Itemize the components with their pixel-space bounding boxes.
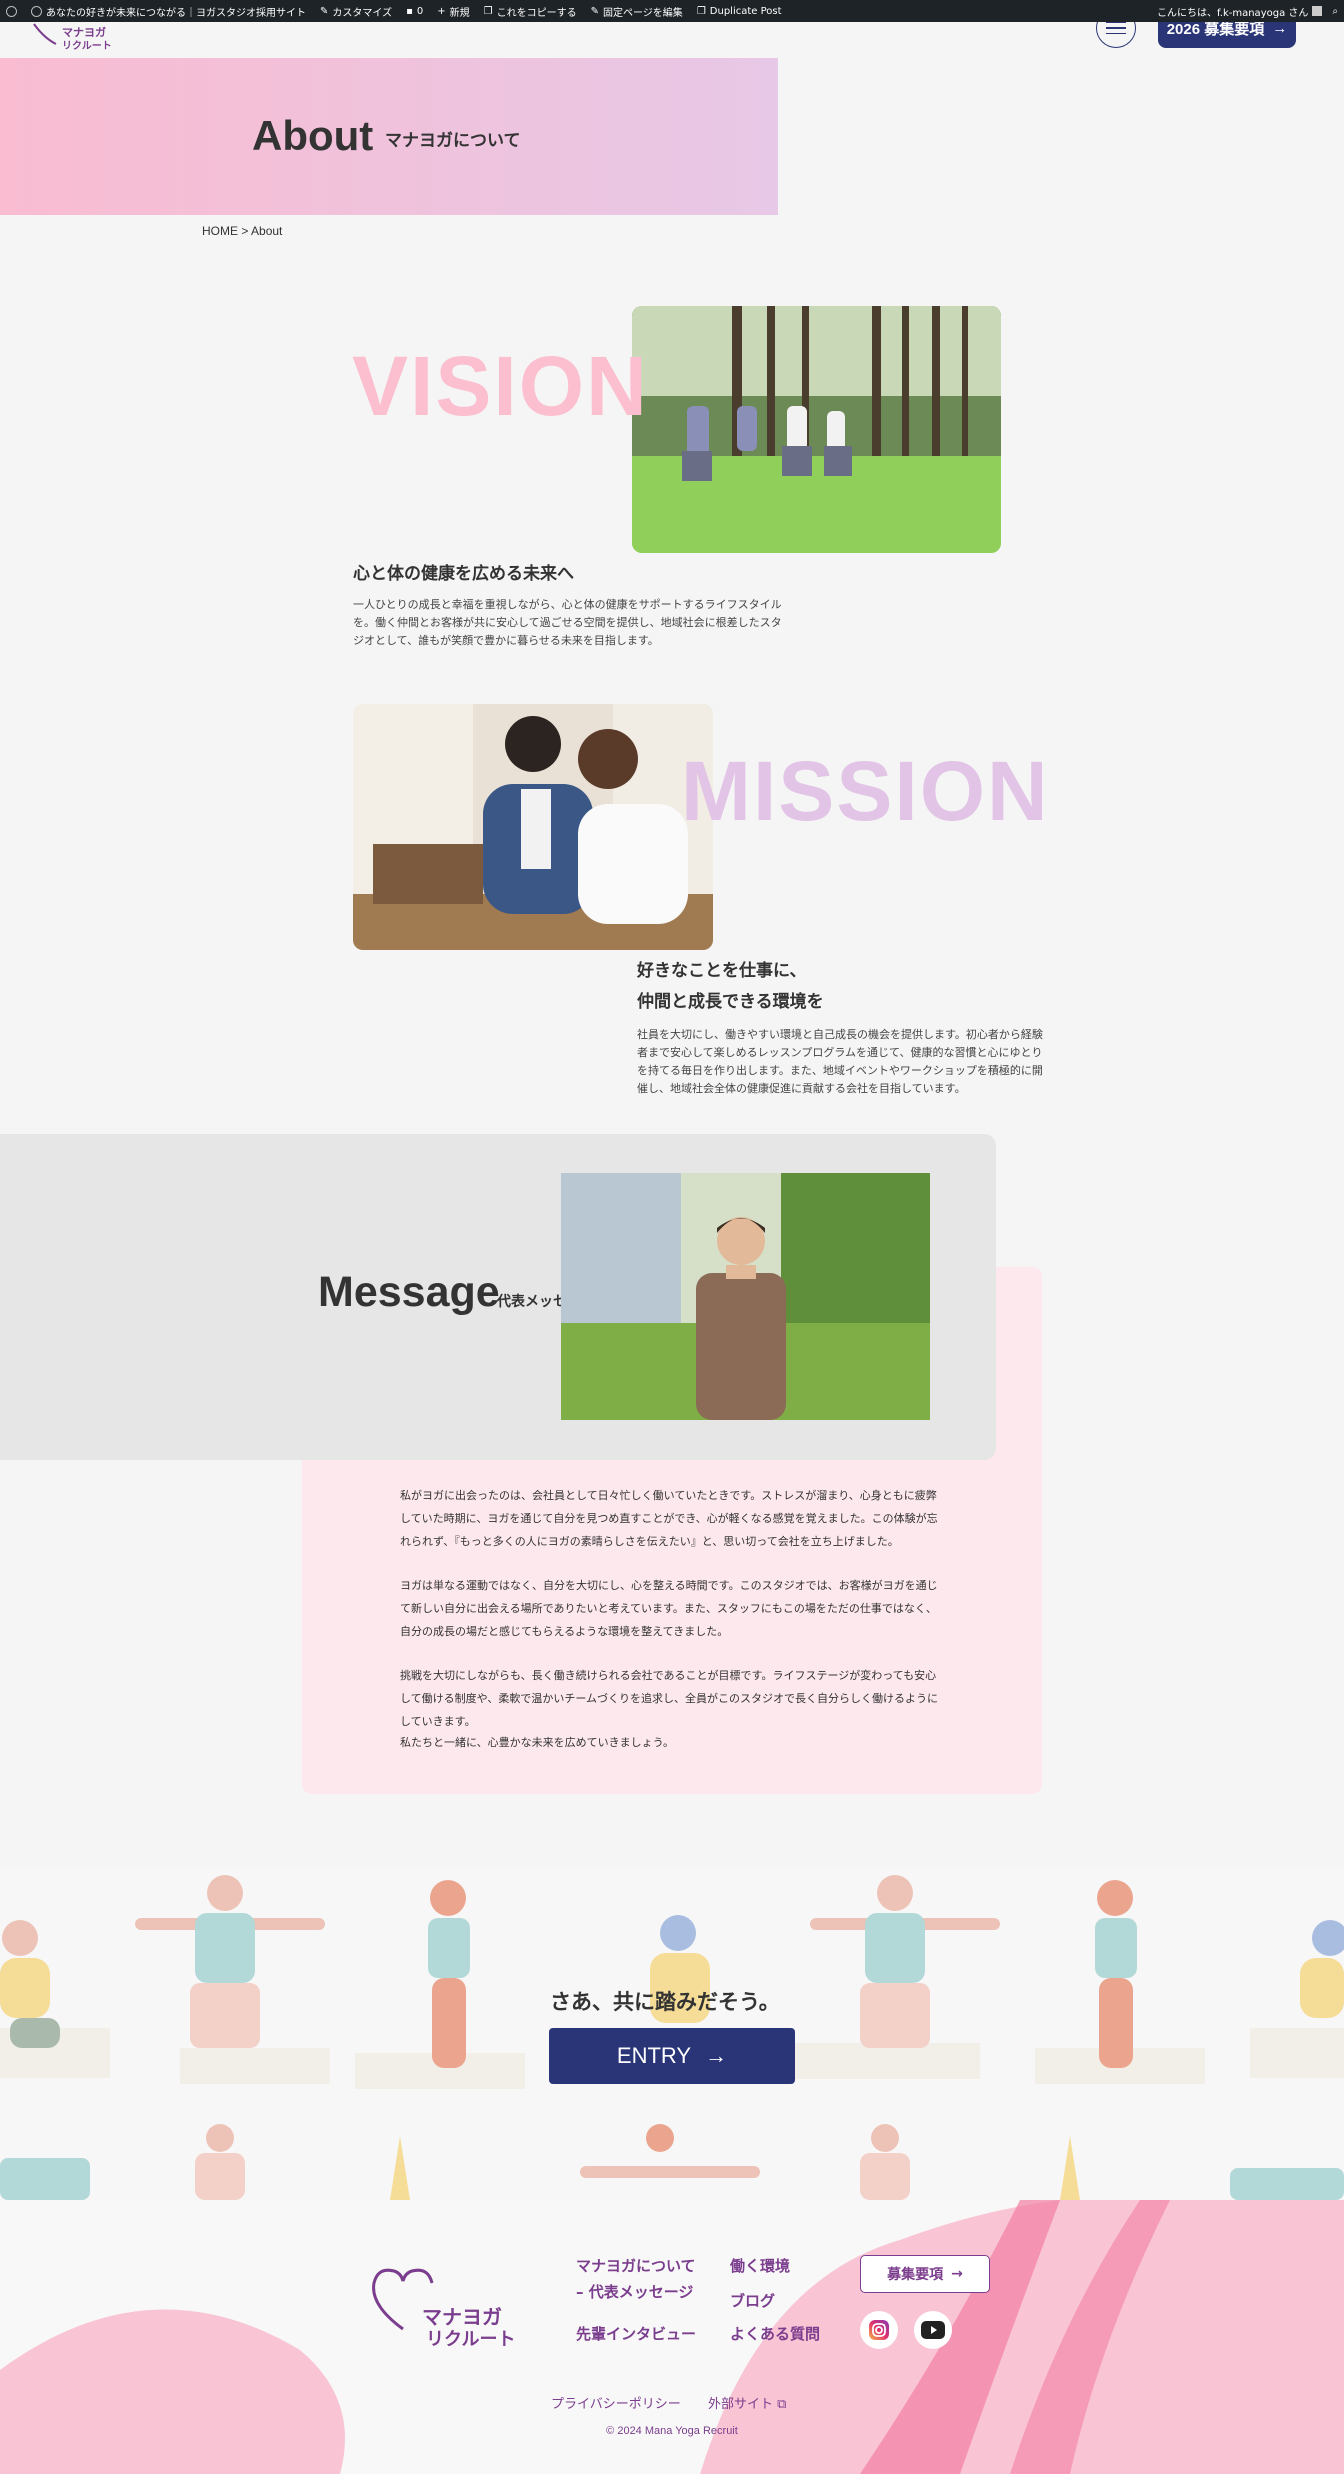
entry-button[interactable]: ENTRY → [549, 2028, 795, 2084]
admin-copy-link[interactable]: ❐ これをコピーする [484, 4, 577, 19]
message-paragraph-1: 私がヨガに出会ったのは、会社員として日々忙しく働いていたときです。ストレスが溜ま… [400, 1489, 938, 1549]
footer-link-privacy[interactable]: プライバシーポリシー [551, 2393, 681, 2412]
header-logo-line2: リクルート [62, 41, 112, 52]
copyright: © 2024 Mana Yoga Recruit [606, 2425, 738, 2437]
admin-comments-count: 0 [416, 5, 424, 17]
menu-line [1106, 32, 1126, 35]
youtube-icon [921, 2321, 945, 2339]
plus-icon: + [437, 5, 446, 17]
admin-greeting: こんにちは、f.k-manayoga さん [1156, 7, 1309, 19]
ceo-photo [561, 1173, 930, 1420]
vision-title: 心と体の健康を広める未来へ [353, 564, 574, 584]
arrow-right-icon: → [705, 2043, 728, 2068]
youtube-button[interactable] [914, 2311, 952, 2349]
instagram-button[interactable] [860, 2311, 898, 2349]
admin-search-icon[interactable]: ⌕ [1332, 6, 1338, 17]
admin-comments-link[interactable]: ▪ 0 [406, 6, 423, 17]
arrow-right-icon: → [951, 2266, 963, 2282]
admin-customize-link[interactable]: ✎ カスタマイズ [320, 4, 392, 19]
footer-external-label: 外部サイト [708, 2397, 774, 2412]
mission-photo [353, 704, 713, 950]
footer-logo[interactable]: マナヨガ リクルート [368, 2265, 528, 2350]
admin-edit-label: 固定ページを編集 [603, 7, 683, 19]
mission-title-line2: 仲間と成長できる環境を [637, 992, 824, 1012]
entry-title: さあ、共に踏みだそう。 [550, 1990, 780, 2014]
entry-button-label: ENTRY [616, 2043, 692, 2068]
message-heading: Message [318, 1268, 500, 1316]
mission-title-line1: 好きなことを仕事に、 [637, 961, 807, 981]
footer-link-faq[interactable]: よくある質問 [730, 2323, 820, 2344]
admin-new-label: 新規 [449, 7, 470, 19]
admin-site-name: あなたの好きが未来につながる｜ヨガスタジオ採用サイト [46, 7, 306, 19]
mission-body: 社員を大切にし、働きやすい環境と自己成長の機会を提供します。初心者から経験者まで… [637, 1028, 1043, 1096]
page-title: About [252, 112, 374, 159]
breadcrumb[interactable]: HOME > About [202, 224, 282, 238]
duplicate-icon: ❐ [696, 5, 706, 17]
home-icon [31, 5, 42, 17]
mission-heading: MISSION [681, 744, 1050, 838]
footer-recruit-button[interactable]: 募集要項 → [860, 2255, 990, 2293]
footer-link-interview[interactable]: 先輩インタビュー [576, 2323, 696, 2344]
admin-copy-label: これをコピーする [496, 7, 577, 19]
arrow-right-icon: → [1272, 19, 1288, 37]
message-paragraph-4: 私たちと一緒に、心豊かな未来を広めていきましょう。 [400, 1736, 675, 1749]
vision-body: 一人ひとりの成長と幸福を重視しながら、心と体の健康をサポートするライフスタイルを… [353, 598, 782, 648]
footer-logo-line2: リクルート [426, 2329, 516, 2350]
vision-photo [632, 306, 1001, 553]
wordpress-menu[interactable] [6, 5, 17, 17]
admin-site-link[interactable]: あなたの好きが未来につながる｜ヨガスタジオ採用サイト [31, 4, 306, 19]
brush-icon: ✎ [320, 5, 329, 17]
vision-heading: VISION [352, 339, 649, 433]
footer-link-about[interactable]: マナヨガについて [576, 2255, 696, 2276]
instagram-icon [869, 2320, 889, 2340]
admin-duplicate-label: Duplicate Post [709, 5, 782, 17]
footer-recruit-label: 募集要項 [887, 2267, 944, 2283]
footer-link-message[interactable]: – 代表メッセージ [576, 2281, 693, 2302]
comment-icon: ▪ [406, 5, 413, 17]
header-logo[interactable]: マナヨガ リクルート [30, 22, 120, 52]
copy-icon: ❐ [483, 5, 493, 17]
admin-bar: あなたの好きが未来につながる｜ヨガスタジオ採用サイト ✎ カスタマイズ ▪ 0 + 新… [0, 0, 1344, 22]
footer-link-environment[interactable]: 働く環境 [730, 2255, 790, 2276]
admin-edit-link[interactable]: ✎ 固定ページを編集 [591, 4, 683, 19]
wordpress-icon [6, 5, 17, 17]
admin-customize-label: カスタマイズ [332, 7, 393, 19]
avatar [1312, 6, 1323, 16]
menu-line [1106, 27, 1126, 29]
page-subtitle: マナヨガについて [385, 131, 521, 151]
message-paragraph-2: ヨガは単なる運動ではなく、自分を大切にし、心を整える時間です。このスタジオでは、… [400, 1579, 938, 1639]
pencil-icon: ✎ [590, 5, 599, 17]
admin-new-link[interactable]: + 新規 [437, 4, 469, 19]
admin-account-link[interactable]: こんにちは、f.k-manayoga さん [1156, 4, 1323, 19]
message-paragraph-3: 挑戦を大切にしながらも、長く働き続けられる会社であることが目標です。ライフステー… [400, 1669, 939, 1729]
external-link-icon: ⧉ [777, 2397, 787, 2412]
admin-duplicate-link[interactable]: ❐ Duplicate Post [697, 6, 782, 17]
footer-link-blog[interactable]: ブログ [730, 2290, 775, 2311]
footer-link-external[interactable]: 外部サイト ⧉ [708, 2393, 786, 2412]
